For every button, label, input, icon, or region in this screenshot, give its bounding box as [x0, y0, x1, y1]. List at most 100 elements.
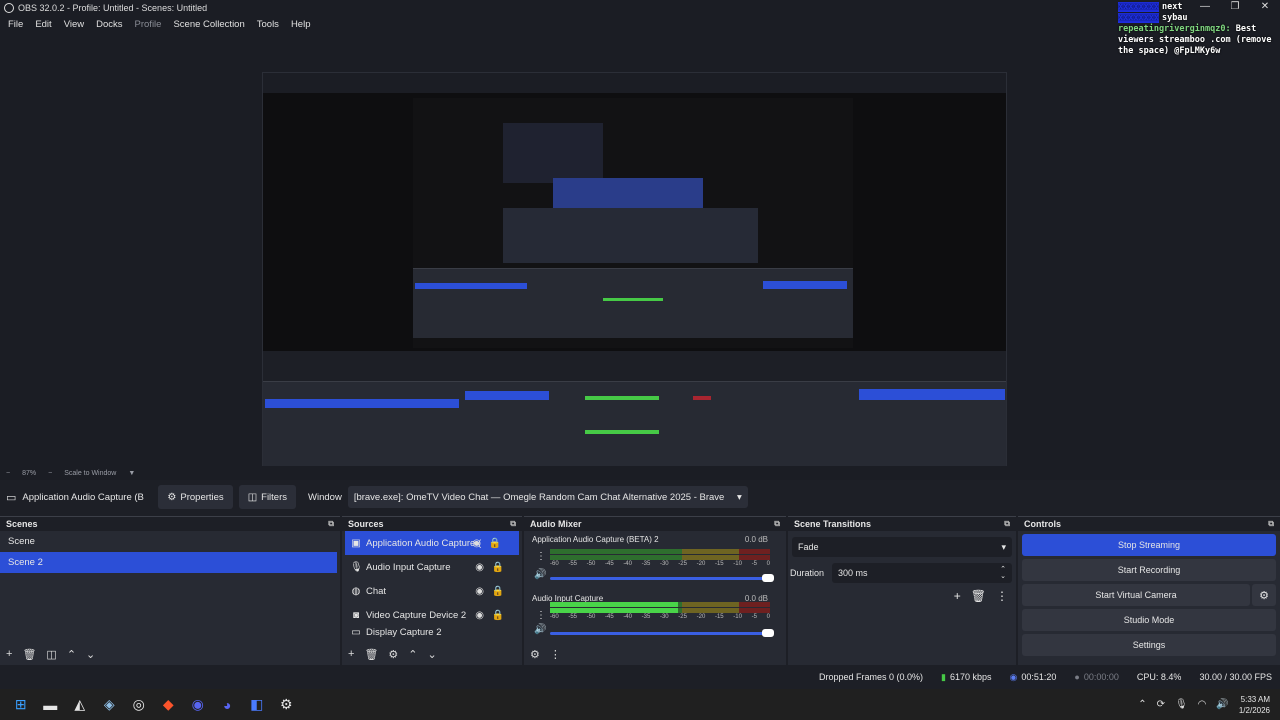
meter-tick: -30: [659, 614, 669, 620]
menu-tools[interactable]: Tools: [251, 19, 285, 30]
network-vpn-icon[interactable]: ⟳: [1157, 699, 1165, 710]
window-select[interactable]: [brave.exe]: OmeTV Video Chat — Omegle R…: [347, 486, 748, 508]
lock-icon[interactable]: 🔒: [492, 562, 504, 573]
arrow-down-icon[interactable]: ⌄: [428, 648, 437, 661]
menu-scene-collection[interactable]: Scene Collection: [167, 19, 250, 30]
menu-view[interactable]: View: [58, 19, 90, 30]
chevron-down-icon[interactable]: ▼: [128, 470, 135, 477]
menu-docks[interactable]: Docks: [90, 19, 128, 30]
spin-arrows-icon[interactable]: ⌃ ⌄: [1000, 566, 1006, 580]
arrow-up-icon[interactable]: ⌃: [67, 648, 76, 661]
menu-edit[interactable]: Edit: [29, 19, 57, 30]
lock-icon[interactable]: 🔒: [492, 610, 504, 621]
add-icon[interactable]: +: [348, 648, 354, 660]
file-explorer-icon[interactable]: ▬: [36, 689, 66, 720]
duration-row: Duration 300 ms ⌃ ⌄: [790, 563, 1012, 583]
steam-icon[interactable]: ◈: [95, 689, 125, 720]
window-title: OBS 32.0.2 - Profile: Untitled - Scenes:…: [18, 2, 208, 13]
kebab-menu-icon[interactable]: ⋮: [550, 648, 561, 661]
lock-icon[interactable]: 🔒: [489, 538, 501, 549]
menu-file[interactable]: File: [2, 19, 29, 30]
source-item[interactable]: ◙ Video Capture Device 2 ◉ 🔒: [342, 603, 522, 627]
obs-logo-icon: [4, 2, 14, 13]
app-icon-3[interactable]: ◧: [242, 689, 272, 720]
undock-icon[interactable]: ⧉: [1268, 519, 1274, 529]
overlay-chat: xxxxxxxx next xxxxxxxx sybau repeatingrive…: [1118, 2, 1280, 57]
duration-spinbox[interactable]: 300 ms ⌃ ⌄: [832, 563, 1012, 583]
add-icon[interactable]: +: [6, 648, 12, 660]
source-item[interactable]: 🎙 Audio Input Capture ◉ 🔒: [342, 555, 522, 579]
gear-icon[interactable]: ⚙: [1252, 584, 1276, 606]
dropped-frames: Dropped Frames 0 (0.0%): [818, 672, 924, 682]
settings-app-icon[interactable]: ⚙: [272, 689, 302, 720]
trash-icon[interactable]: 🗑: [971, 589, 986, 603]
gear-icon[interactable]: ⚙: [388, 648, 398, 661]
preview-area[interactable]: [0, 34, 1280, 496]
mixer-channel: Audio Input Capture 0.0 dB ⋮ -60 -55 -50 -4…: [524, 590, 786, 649]
volume-meter: [550, 549, 770, 554]
source-item[interactable]: ▭ Display Capture 2: [342, 627, 522, 637]
undock-icon[interactable]: ⧉: [510, 519, 516, 529]
volume-slider[interactable]: [550, 629, 774, 637]
start-virtual-camera-button[interactable]: Start Virtual Camera: [1022, 584, 1250, 606]
discord-icon[interactable]: ◕: [213, 689, 243, 720]
undock-icon[interactable]: ⧉: [328, 519, 334, 529]
eye-icon[interactable]: ◉: [475, 610, 484, 621]
volume-slider[interactable]: [550, 574, 774, 582]
dock-title: Controls: [1024, 519, 1061, 529]
eye-icon[interactable]: ◉: [475, 586, 484, 597]
filters-button[interactable]: ◫ Filters: [238, 485, 297, 509]
meter-tick: -5: [751, 614, 757, 620]
chevron-down-icon: ▾: [737, 491, 742, 503]
preview-canvas[interactable]: [262, 72, 1007, 496]
obs-icon[interactable]: ◎: [124, 689, 154, 720]
arrow-down-icon[interactable]: ⌄: [86, 648, 95, 661]
arrow-up-icon[interactable]: ⌃: [408, 648, 417, 661]
trash-icon[interactable]: 🗑: [22, 648, 36, 661]
zoom-level[interactable]: 87%: [22, 470, 36, 477]
brave-icon[interactable]: ◆: [154, 689, 184, 720]
lock-icon[interactable]: 🔒: [492, 586, 504, 597]
kebab-menu-icon[interactable]: ⋮: [996, 589, 1008, 603]
speaker-icon[interactable]: 🔊: [534, 624, 546, 635]
trash-icon[interactable]: 🗑: [364, 648, 378, 661]
transition-select[interactable]: Fade ▾: [792, 537, 1012, 557]
kebab-menu-icon[interactable]: ⋮: [536, 551, 546, 562]
settings-button[interactable]: Settings: [1022, 634, 1276, 656]
windows-start-icon[interactable]: ⊞: [6, 689, 36, 720]
volume-icon[interactable]: 🔊: [1216, 699, 1228, 710]
meter-tick: -10: [733, 561, 742, 567]
source-item[interactable]: ◍ Chat ◉ 🔒: [342, 579, 522, 603]
meter-tick: 0: [766, 614, 770, 620]
filter-icon[interactable]: ◫: [46, 648, 56, 661]
scene-item[interactable]: Scene: [0, 531, 340, 552]
start-recording-button[interactable]: Start Recording: [1022, 559, 1276, 581]
eye-icon[interactable]: ◉: [472, 538, 481, 549]
zoom-plus-icon[interactable]: −: [48, 470, 52, 477]
source-item-selected[interactable]: ▣ Application Audio Capture (◉ 🔒: [345, 531, 519, 555]
menu-bar: File Edit View Docks Profile Scene Colle…: [0, 15, 1280, 34]
properties-button[interactable]: ⚙ Properties: [158, 485, 233, 509]
eye-icon[interactable]: ◉: [475, 562, 484, 573]
speaker-icon[interactable]: 🔊: [534, 569, 546, 580]
menu-profile[interactable]: Profile: [129, 19, 168, 30]
stop-streaming-button[interactable]: Stop Streaming: [1022, 534, 1276, 556]
scale-mode[interactable]: Scale to Window: [64, 470, 116, 477]
advanced-audio-icon[interactable]: ⚙: [530, 648, 540, 661]
undock-icon[interactable]: ⧉: [1004, 519, 1010, 529]
menu-help[interactable]: Help: [285, 19, 317, 30]
app-icon-2[interactable]: ◉: [183, 689, 213, 720]
scene-item-selected[interactable]: Scene 2: [0, 552, 337, 573]
studio-mode-button[interactable]: Studio Mode: [1022, 609, 1276, 631]
kebab-menu-icon[interactable]: ⋮: [536, 610, 546, 621]
zoom-minus-icon[interactable]: −: [6, 470, 10, 477]
wifi-icon[interactable]: ◠: [1198, 699, 1207, 710]
app-icon[interactable]: ◭: [65, 689, 95, 720]
add-icon[interactable]: +: [954, 589, 961, 603]
chevron-up-icon[interactable]: ⌃: [1138, 699, 1146, 710]
undock-icon[interactable]: ⧉: [774, 519, 780, 529]
clock[interactable]: 5:33 AM 1/2/2026: [1239, 694, 1270, 716]
nested-zoombar: [263, 351, 1006, 365]
app-audio-icon: ▭: [6, 491, 17, 504]
microphone-icon[interactable]: 🎙: [1175, 699, 1188, 710]
